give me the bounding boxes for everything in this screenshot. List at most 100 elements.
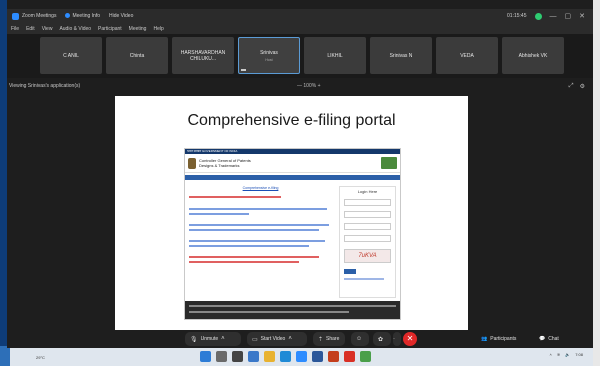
text-line: [189, 240, 325, 242]
login-field: [344, 211, 391, 218]
reactions-button[interactable]: ☺: [351, 332, 369, 346]
share-screen-icon: ⇡: [318, 336, 324, 343]
share-banner: Viewing Srinivas's application(s) — 100%…: [7, 80, 593, 92]
menu-bar: File Edit View Audio & Video Participant…: [7, 23, 593, 34]
participant-tile[interactable]: Abhishek VK: [502, 37, 564, 74]
portal-footer: [185, 301, 400, 319]
speaker-icon[interactable]: 🔈: [565, 352, 570, 357]
portal-body: Comprehensive e-filing Login Here 7uKVA: [185, 180, 400, 308]
menu-edit[interactable]: Edit: [26, 26, 35, 32]
efiling-link: Comprehensive e-filing: [242, 186, 279, 190]
file-explorer-icon[interactable]: [248, 351, 259, 362]
text-line: [189, 245, 309, 247]
text-line: [189, 208, 327, 210]
text-line: [189, 224, 329, 226]
share-label: Viewing Srinivas's application(s): [9, 83, 81, 89]
chevron-up-icon[interactable]: ˄: [288, 336, 292, 342]
wifi-icon[interactable]: ≋: [557, 352, 560, 357]
participant-tile[interactable]: C ANIL: [40, 37, 102, 74]
zoom-level-control[interactable]: — 100% +: [297, 83, 321, 89]
portal-content: Comprehensive e-filing: [189, 186, 332, 273]
settings-icon[interactable]: ⚙: [580, 83, 585, 90]
zoom-app-icon[interactable]: [296, 351, 307, 362]
start-video-button[interactable]: ▭ Start Video ˄: [247, 332, 307, 346]
desktop-corner: [0, 346, 10, 366]
notice-line: [189, 196, 281, 198]
portal-screenshot: भारत सरकार GOVERNMENT OF INDIA Controlle…: [184, 148, 401, 320]
meeting-timer: 01:15:45: [507, 13, 527, 19]
chevron-up-icon[interactable]: ˄: [221, 336, 225, 342]
meeting-info-button[interactable]: Meeting Info: [65, 13, 100, 19]
login-box: Login Here 7uKVA: [339, 186, 396, 298]
weather-widget[interactable]: 29°C: [36, 355, 45, 360]
end-meeting-button[interactable]: ✕: [403, 332, 417, 346]
fullscreen-icon[interactable]: ⤢: [569, 83, 574, 90]
participant-tile[interactable]: VEDA: [436, 37, 498, 74]
portal-header: Controller General of Patents Designs & …: [185, 154, 400, 173]
window-edge-left: [0, 0, 7, 366]
word-app-icon[interactable]: [312, 351, 323, 362]
clock[interactable]: 7:08: [575, 352, 583, 357]
folder-icon[interactable]: [264, 351, 275, 362]
more-button[interactable]: ·: [393, 332, 401, 346]
participants-button[interactable]: 👥 Participants: [481, 332, 516, 346]
recording-status-icon: [534, 12, 542, 20]
app-title: Zoom Meetings: [22, 13, 57, 19]
microphone-icon: 🎙: [190, 336, 198, 343]
chat-button[interactable]: 💬 Chat: [539, 332, 559, 346]
chat-bubble-icon: 💬: [539, 336, 546, 342]
video-camera-icon: ▭: [252, 336, 258, 343]
menu-file[interactable]: File: [11, 26, 19, 32]
notice-line: [189, 256, 319, 258]
mic-muted-icon: [241, 69, 246, 71]
login-field: [344, 199, 391, 206]
menu-participant[interactable]: Participant: [98, 26, 122, 32]
participant-tile[interactable]: Srinivas N: [370, 37, 432, 74]
window-edge-right: [593, 0, 600, 366]
meeting-controls: 🎙 Unmute ˄ ▭ Start Video ˄ ⇡ Share ☺ ✿ ·…: [7, 330, 593, 348]
more-icon: ·: [393, 336, 395, 342]
task-view-icon[interactable]: [232, 351, 243, 362]
powerpoint-app-icon[interactable]: [328, 351, 339, 362]
app-icon[interactable]: [360, 351, 371, 362]
share-button[interactable]: ⇡ Share: [313, 332, 345, 346]
unmute-button[interactable]: 🎙 Unmute ˄: [185, 332, 241, 346]
chevron-up-icon[interactable]: ˄: [550, 352, 552, 357]
participant-tile[interactable]: LIKHIL: [304, 37, 366, 74]
title-bar: Zoom Meetings Meeting Info Hide Video 01…: [7, 9, 593, 23]
menu-audio-video[interactable]: Audio & Video: [59, 26, 91, 32]
search-icon[interactable]: [216, 351, 227, 362]
system-tray: ˄ ≋ 🔈 7:08: [550, 352, 583, 357]
org-logo-icon: [381, 157, 397, 169]
menu-help[interactable]: Help: [153, 26, 163, 32]
people-icon: 👥: [481, 336, 488, 342]
org-name-line2: Designs & Trademarks: [199, 163, 240, 168]
text-line: [189, 213, 249, 215]
chrome-app-icon[interactable]: [344, 351, 355, 362]
emblem-icon: [188, 157, 196, 169]
close-icon[interactable]: ✕: [579, 12, 585, 20]
participant-strip: C ANIL Chinta HARSHAVARDHAN CHILUKU... S…: [7, 34, 593, 78]
text-line: [189, 229, 319, 231]
shared-slide: Comprehensive e-filing portal भारत सरकार…: [115, 96, 468, 330]
windows-taskbar: 29°C ˄ ≋ 🔈 7:08: [10, 348, 593, 366]
apps-button[interactable]: ✿: [373, 332, 391, 346]
zoom-logo-icon: [12, 12, 19, 20]
forgot-password-link: [344, 278, 384, 280]
participant-tile-active[interactable]: Srinivas Host: [238, 37, 300, 74]
menu-view[interactable]: View: [42, 26, 53, 32]
login-field: [344, 223, 391, 230]
captcha-image: 7uKVA: [344, 249, 391, 263]
participant-tile[interactable]: HARSHAVARDHAN CHILUKU...: [172, 37, 234, 74]
restore-icon[interactable]: ▢: [565, 12, 572, 20]
start-menu-icon[interactable]: [200, 351, 211, 362]
notice-line: [189, 261, 299, 263]
apps-icon: ✿: [378, 336, 384, 343]
hide-video-button[interactable]: Hide Video: [109, 13, 133, 19]
menu-meeting[interactable]: Meeting: [129, 26, 147, 32]
edge-browser-icon[interactable]: [280, 351, 291, 362]
minimize-icon[interactable]: —: [550, 13, 557, 20]
login-button: [344, 269, 356, 274]
slide-title: Comprehensive e-filing portal: [187, 112, 396, 129]
participant-tile[interactable]: Chinta: [106, 37, 168, 74]
